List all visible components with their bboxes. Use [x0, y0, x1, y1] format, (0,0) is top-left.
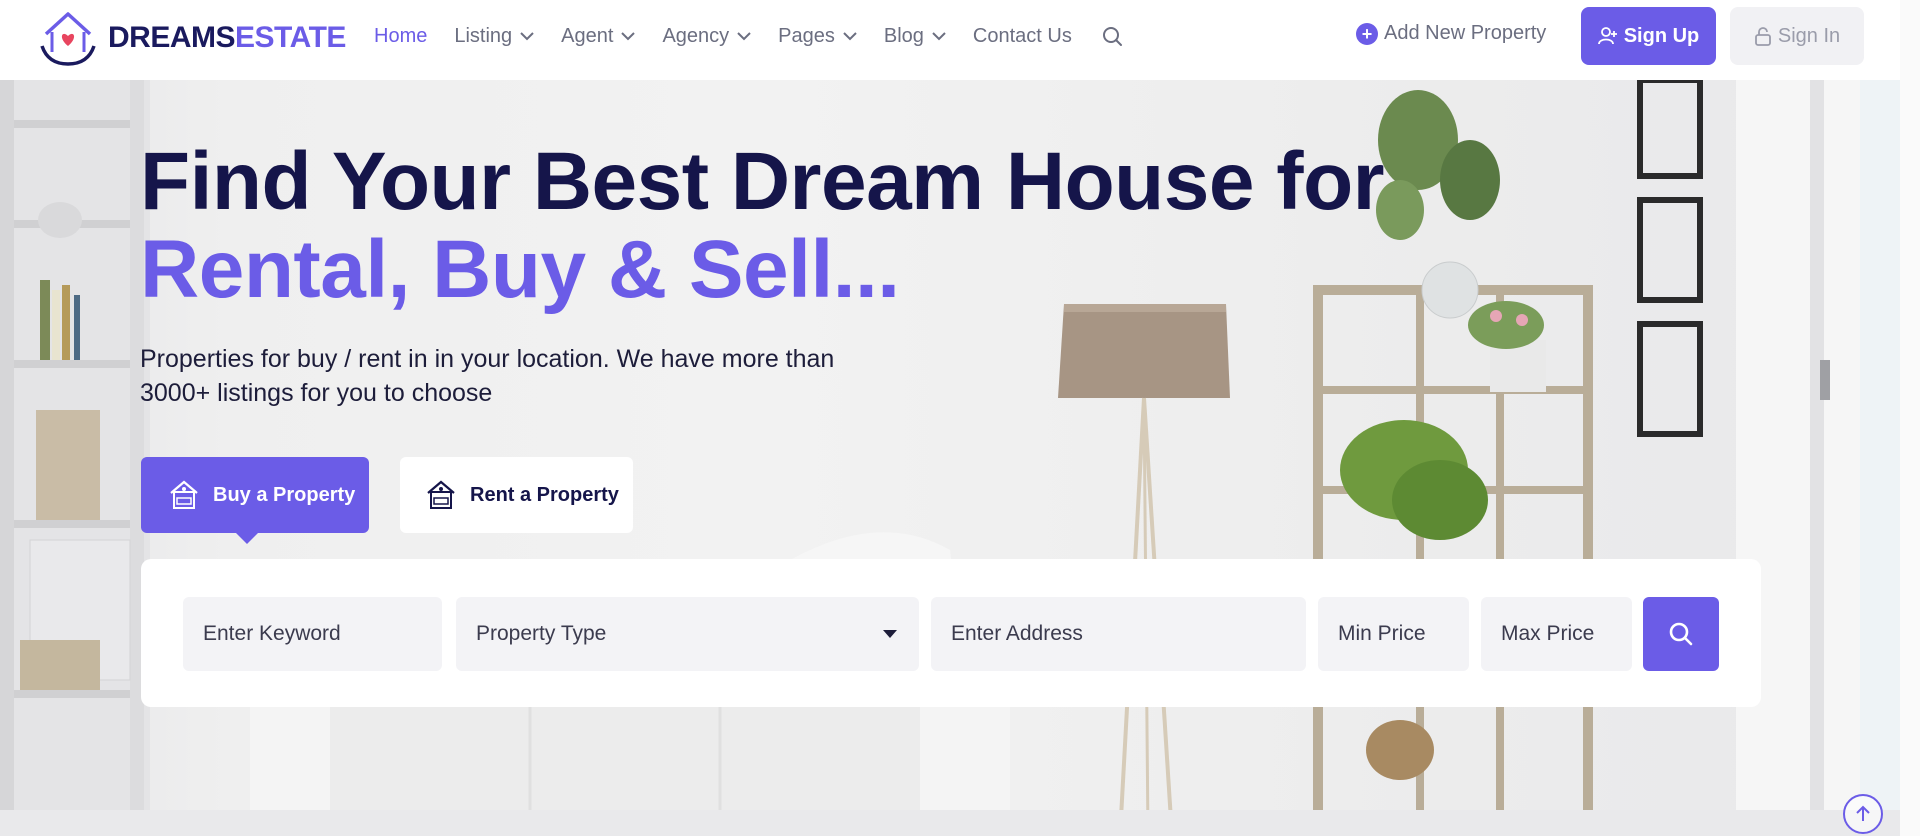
- nav-item-listing[interactable]: Listing: [454, 25, 534, 48]
- chevron-down-icon: [932, 31, 946, 40]
- house-buy-icon: [170, 480, 198, 509]
- nav-item-agent[interactable]: Agent: [561, 24, 636, 48]
- chevron-down-icon: [621, 31, 636, 40]
- tab-buy-property[interactable]: Buy a Property: [141, 457, 369, 544]
- hero-title-line2: Rental, Buy & Sell...: [140, 224, 900, 315]
- nav-item-agency[interactable]: Agency: [662, 25, 751, 48]
- property-type-select[interactable]: Property Type: [456, 597, 919, 671]
- tab-rent-property[interactable]: Rent a Property: [400, 457, 633, 533]
- nav-label-blog: Blog: [883, 24, 924, 47]
- sign-in-label: Sign In: [1777, 24, 1841, 47]
- nav-label-pages: Pages: [778, 24, 835, 47]
- add-new-property-link[interactable]: + Add New Property: [1356, 22, 1546, 45]
- house-rent-icon: [427, 480, 455, 509]
- navbar: DREAMSESTATE Home Listing Agent Agency P…: [0, 0, 1900, 80]
- plus-circle-icon: +: [1356, 22, 1378, 45]
- search-icon: [1102, 27, 1122, 46]
- hero-title-line1: Find Your Best Dream House for: [140, 136, 1385, 227]
- address-input[interactable]: Enter Address: [931, 597, 1306, 671]
- hero-section: Find Your Best Dream House for Rental, B…: [0, 80, 1900, 836]
- logo-house-icon: [40, 12, 96, 66]
- main-nav: Home Listing Agent Agency Pages Blog Con…: [374, 0, 1150, 72]
- page: Find Your Best Dream House for Rental, B…: [0, 0, 1920, 836]
- nav-label-listing: Listing: [454, 24, 513, 47]
- max-price-input[interactable]: Max Price: [1481, 597, 1632, 671]
- logo-text-part1: DREAMS: [108, 21, 236, 54]
- chevron-down-icon: [520, 31, 534, 40]
- min-price-input[interactable]: Min Price: [1318, 597, 1469, 671]
- tab-buy-label: Buy a Property: [213, 483, 356, 506]
- keyword-input[interactable]: Enter Keyword: [183, 597, 442, 671]
- tab-rent-label: Rent a Property: [470, 483, 619, 506]
- sign-up-button[interactable]: Sign Up: [1581, 7, 1716, 65]
- nav-search-button[interactable]: [1101, 25, 1123, 47]
- logo-text-part2: ESTATE: [235, 21, 346, 54]
- nav-item-home[interactable]: Home: [374, 25, 427, 48]
- caret-down-icon: [883, 630, 897, 638]
- sign-in-button[interactable]: Sign In: [1730, 7, 1864, 65]
- nav-label-agency: Agency: [662, 24, 730, 47]
- nav-label-home: Home: [374, 24, 428, 47]
- nav-label-agent: Agent: [561, 24, 614, 47]
- add-property-label: Add New Property: [1384, 22, 1547, 44]
- nav-item-pages[interactable]: Pages: [778, 25, 857, 48]
- search-button[interactable]: [1643, 597, 1719, 671]
- scroll-to-top-button[interactable]: [1843, 794, 1883, 834]
- nav-label-contact: Contact Us: [972, 24, 1072, 47]
- sign-up-label: Sign Up: [1623, 24, 1700, 47]
- hero-subtitle: Properties for buy / rent in in your loc…: [140, 345, 835, 407]
- chevron-down-icon: [737, 31, 751, 40]
- property-type-label: Property Type: [476, 622, 607, 645]
- search-icon: [1669, 622, 1693, 646]
- lock-icon: [1754, 27, 1771, 46]
- user-plus-icon: [1597, 27, 1617, 45]
- nav-item-blog[interactable]: Blog: [884, 25, 946, 48]
- page-scrollbar[interactable]: [1900, 0, 1920, 836]
- nav-item-contact[interactable]: Contact Us: [973, 25, 1072, 48]
- logo-text: DREAMSESTATE: [108, 21, 346, 55]
- arrow-up-icon: [1856, 805, 1870, 821]
- logo[interactable]: DREAMSESTATE: [36, 6, 346, 70]
- chevron-down-icon: [843, 31, 857, 40]
- search-form: Enter Keyword Property Type Enter Addres…: [141, 559, 1761, 707]
